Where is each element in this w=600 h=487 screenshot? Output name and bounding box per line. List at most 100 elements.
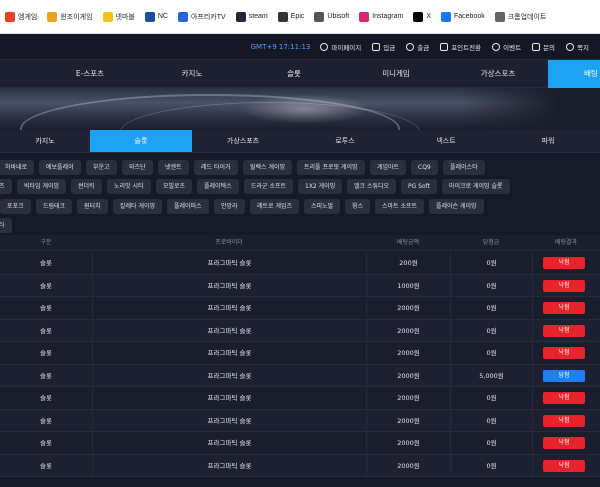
- result-badge: 낙첨: [543, 257, 585, 269]
- result-badge: 낙첨: [543, 302, 585, 314]
- provider-chip[interactable]: 게임아트: [370, 160, 407, 175]
- banner-shade: [460, 88, 600, 130]
- netmarble-icon: [102, 11, 113, 22]
- provider-filter: 하바네로 에보플레이 부운고 와즈단 넷엔트 레드 타이거 릴렉스 게이밍 트리플 프로핏 게…: [0, 153, 600, 235]
- topbar-message[interactable]: 쪽지: [566, 42, 589, 52]
- provider-chip[interactable]: 플레이텍스: [197, 179, 239, 194]
- table-row: 슬롯 프라그마틱 슬롯 2000원 0원 낙첨: [0, 342, 600, 365]
- provider-chip[interactable]: 플레이스타: [443, 160, 485, 175]
- provider-chip[interactable]: 윙스: [345, 199, 371, 214]
- bookmark-item[interactable]: X: [408, 0, 436, 33]
- topbar-label: 출금: [417, 43, 430, 52]
- provider-chip[interactable]: 플레이슨 게이밍: [429, 199, 484, 214]
- provider-chip[interactable]: 트리플 프로핏 게이밍: [297, 160, 365, 175]
- gift-icon: [492, 42, 501, 51]
- cell-win: 0원: [450, 432, 532, 454]
- provider-chip[interactable]: 칼레타 게이밍: [113, 199, 163, 214]
- table-row: 슬롯 프라그마틱 슬롯 2000원 0원 낙첨: [0, 319, 600, 342]
- topbar-headset[interactable]: 문의: [532, 42, 555, 52]
- provider-chip[interactable]: 빅타임 게이밍: [17, 179, 67, 194]
- subtab-4[interactable]: 넥스트: [396, 130, 496, 152]
- table-row: 슬롯 프라그마틱 슬롯 2000원 0원 낙첨: [0, 297, 600, 320]
- provider-chip[interactable]: 포포크: [0, 199, 31, 214]
- cell-bet: 2000원: [366, 432, 450, 454]
- cell-category: 슬롯: [40, 326, 52, 335]
- provider-chip[interactable]: 타: [0, 218, 12, 233]
- provider-chip[interactable]: 노리밋 시티: [107, 179, 151, 194]
- provider-chip[interactable]: 에보플레이: [39, 160, 81, 175]
- topbar-point[interactable]: 포인트전환: [440, 42, 481, 52]
- provider-chip[interactable]: CQ9: [411, 160, 438, 175]
- cell-result: 낙첨: [532, 454, 600, 477]
- main-nav: 스포츠 E-스포츠카지노슬롯미니게임가상스포츠배팅: [0, 59, 600, 88]
- provider-chip[interactable]: 스마트 소프트: [375, 199, 425, 214]
- bookmark-item[interactable]: 넷마블: [98, 0, 140, 33]
- bookmark-item[interactable]: NC: [140, 0, 173, 33]
- cell-result: 낙첨: [532, 387, 600, 409]
- bookmark-item[interactable]: Epic: [273, 0, 310, 33]
- nav-4[interactable]: 미니게임: [344, 60, 448, 88]
- gear-icon: [494, 11, 505, 22]
- provider-chip[interactable]: 플레이퍼스: [167, 199, 209, 214]
- column-header: 프로바이더: [215, 239, 243, 246]
- bookmark-item[interactable]: 아프리카TV: [173, 0, 231, 33]
- provider-chip[interactable]: 썬더킥: [71, 179, 102, 194]
- provider-chip[interactable]: 마이크로 게이밍 슬롯: [442, 179, 510, 194]
- provider-chip[interactable]: 모빌로츠: [156, 179, 193, 194]
- column-header: 배팅금액: [396, 239, 420, 246]
- withdraw-icon: [406, 42, 415, 51]
- bookmark-item[interactable]: Facebook: [436, 0, 490, 33]
- cell-bet: 2000원: [366, 319, 450, 342]
- bookmark-item[interactable]: 크롬업데이트: [490, 0, 552, 33]
- provider-chip[interactable]: 엘크 스튜디오: [347, 179, 397, 194]
- provider-chip[interactable]: 와즈단: [122, 160, 153, 175]
- provider-chip[interactable]: 스피노멀: [304, 199, 341, 214]
- provider-chip[interactable]: 안망라: [214, 199, 245, 214]
- subtab-3[interactable]: 로투스: [294, 130, 396, 152]
- topbar-withdraw[interactable]: 출금: [406, 42, 429, 52]
- cell-provider: 프라그마틱 슬롯: [92, 252, 366, 274]
- bookmark-item[interactable]: 엠게임: [0, 0, 42, 33]
- provider-chip[interactable]: 하바네로: [0, 160, 35, 175]
- provider-chip[interactable]: 드림테크: [36, 199, 73, 214]
- cell-win: 0원: [450, 297, 532, 319]
- provider-chip[interactable]: 부운고: [86, 160, 117, 175]
- cell-category: 슬롯: [40, 259, 52, 267]
- provider-chip[interactable]: 즈: [0, 179, 12, 194]
- result-badge: 낙첨: [543, 459, 585, 472]
- provider-chip[interactable]: 드라군 소프트: [244, 179, 294, 194]
- nav-1[interactable]: E-스포츠: [40, 60, 140, 88]
- nav-2[interactable]: 카지노: [140, 60, 244, 88]
- provider-chip[interactable]: 1X2 게이밍: [298, 179, 343, 194]
- bookmark-item[interactable]: Instagram: [354, 0, 408, 33]
- topbar-user[interactable]: 마이페이지: [320, 42, 361, 52]
- provider-chip[interactable]: 레드 타이거: [194, 160, 238, 175]
- cell-bet: 2000원: [366, 364, 450, 387]
- provider-chip[interactable]: PG Soft: [401, 179, 438, 194]
- provider-chip[interactable]: 넷엔트: [158, 160, 189, 175]
- subtab-2[interactable]: 가상스포츠: [192, 130, 294, 152]
- result-badge: 낙첨: [543, 437, 585, 449]
- provider-chip[interactable]: 릴렉스 게이밍: [243, 160, 293, 175]
- cell-category: 슬롯: [40, 281, 52, 290]
- topbar-deposit[interactable]: 입금: [372, 42, 395, 52]
- banner-light: [240, 94, 370, 124]
- nc-icon: [144, 11, 155, 22]
- subtab-1[interactable]: 슬롯: [90, 130, 192, 152]
- bookmark-item[interactable]: Ubisoft: [309, 0, 354, 33]
- cell-provider: 프라그마틱 슬롯: [92, 432, 366, 454]
- provider-chip[interactable]: 원터치: [77, 199, 108, 214]
- cell-win: 0원: [450, 387, 532, 409]
- subtab-0[interactable]: 카지노: [0, 130, 90, 152]
- nav-0[interactable]: 스포츠: [0, 60, 14, 88]
- nav-5[interactable]: 가상스포츠: [448, 60, 548, 88]
- subtab-5[interactable]: 파워: [496, 130, 600, 152]
- result-badge: 낙첨: [543, 324, 585, 337]
- nav-6[interactable]: 배팅: [548, 60, 600, 88]
- topbar-gift[interactable]: 이벤트: [492, 42, 521, 52]
- cell-result: 낙첨: [532, 252, 600, 274]
- bookmark-item[interactable]: steam: [231, 0, 273, 33]
- bookmark-item[interactable]: 윈조이게임: [42, 0, 97, 33]
- provider-chip[interactable]: 레트로 게임즈: [250, 199, 300, 214]
- nav-3[interactable]: 슬롯: [244, 60, 344, 88]
